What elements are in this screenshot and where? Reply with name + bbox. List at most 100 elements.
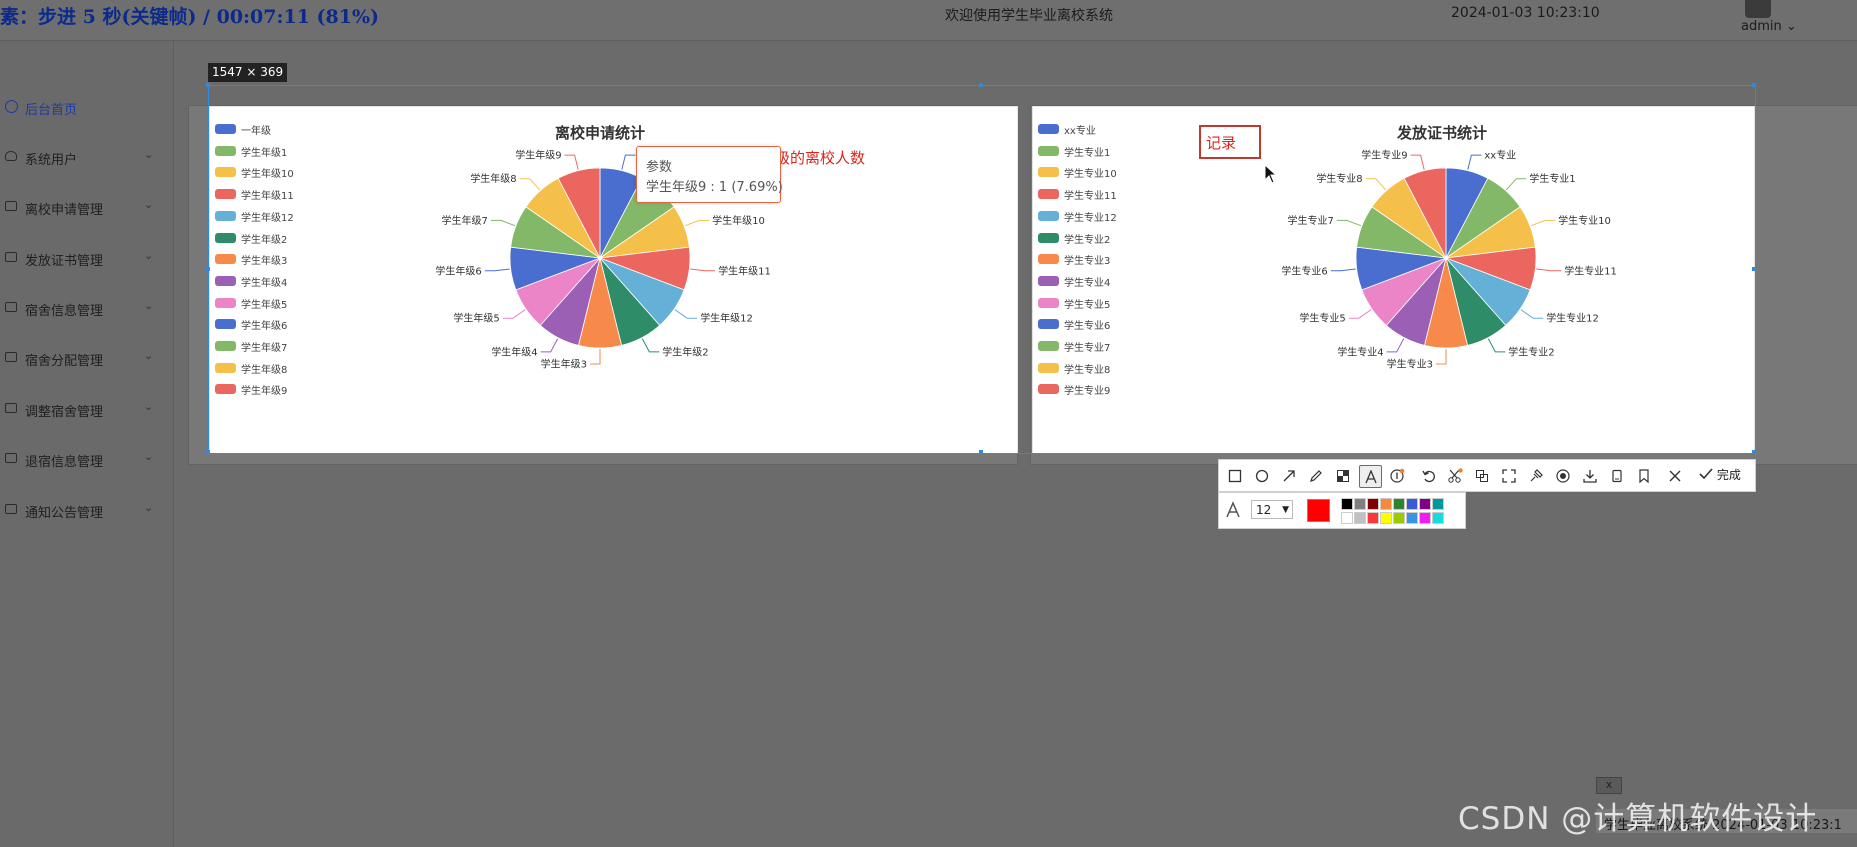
resize-handle[interactable] xyxy=(979,450,983,454)
palette-color-swatch[interactable] xyxy=(1341,498,1353,510)
resize-handle[interactable] xyxy=(1752,450,1756,454)
chevron-down-icon: ⌄ xyxy=(144,400,154,413)
sidebar-item-dashboard[interactable]: 后台首页 xyxy=(0,88,173,128)
resize-handle[interactable] xyxy=(979,83,983,87)
sidebar-item-label: 宿舍信息管理 xyxy=(25,304,104,319)
palette-color-swatch[interactable] xyxy=(1354,498,1366,510)
record-icon[interactable] xyxy=(1552,465,1573,486)
pen-icon[interactable] xyxy=(1305,465,1326,486)
folder-icon xyxy=(5,252,17,262)
palette-color-swatch[interactable] xyxy=(1341,512,1353,524)
bookmark-icon[interactable] xyxy=(1633,465,1654,486)
folder-icon xyxy=(5,201,17,211)
check-icon xyxy=(1699,468,1713,480)
palette-color-swatch[interactable] xyxy=(1419,512,1431,524)
dashboard-icon xyxy=(5,100,18,113)
sidebar-item-dorm-allocation[interactable]: 宿舍分配管理 ⌄ xyxy=(0,339,173,379)
palette-color-swatch[interactable] xyxy=(1380,498,1392,510)
current-color-swatch[interactable] xyxy=(1307,499,1330,522)
text-icon[interactable] xyxy=(1359,465,1382,488)
sidebar-item-system-users[interactable]: 系统用户 ⌄ xyxy=(0,138,173,178)
username: admin xyxy=(1741,19,1782,34)
number-icon[interactable] xyxy=(1386,465,1407,486)
sidebar-item-label: 发放证书管理 xyxy=(25,254,104,269)
sidebar-item-label: 后台首页 xyxy=(25,103,78,118)
sidebar: 后台首页 系统用户 ⌄ 离校申请管理 ⌄ 发放证书管理 ⌄ 宿舍信息管理 ⌄ 宿… xyxy=(0,41,174,847)
folder-icon xyxy=(5,504,17,514)
resize-handle[interactable] xyxy=(1752,267,1756,271)
sidebar-item-dorm-adjust[interactable]: 调整宿舍管理 ⌄ xyxy=(0,390,173,430)
chevron-down-icon: ⌄ xyxy=(144,450,154,463)
chevron-down-icon: ⌄ xyxy=(144,349,154,362)
capture-size-label: 1547 × 369 xyxy=(208,63,288,82)
mosaic-icon[interactable] xyxy=(1332,465,1353,486)
user-menu[interactable]: admin ⌄ xyxy=(1741,19,1797,34)
sidebar-item-label: 离校申请管理 xyxy=(25,203,104,218)
pin-icon[interactable] xyxy=(1525,465,1546,486)
recorder-overlay-text: 素：步进 5 秒(关键帧) / 00:07:11 (81%) xyxy=(0,6,380,28)
resize-handle[interactable] xyxy=(206,83,210,87)
chevron-down-icon: ⌄ xyxy=(144,249,154,262)
palette-color-swatch[interactable] xyxy=(1393,498,1405,510)
cut-icon[interactable] xyxy=(1444,465,1465,486)
chevron-down-icon: ⌄ xyxy=(144,148,154,161)
user-avatar[interactable] xyxy=(1745,0,1771,18)
palette-color-swatch[interactable] xyxy=(1419,498,1431,510)
palette-color-swatch[interactable] xyxy=(1432,498,1444,510)
caret-down-icon: ▼ xyxy=(1282,505,1289,515)
chevron-down-icon: ⌄ xyxy=(144,198,154,211)
font-icon xyxy=(1225,501,1241,522)
resize-handle[interactable] xyxy=(206,450,210,454)
font-size-select[interactable]: 12 ▼ xyxy=(1251,500,1293,519)
close-button[interactable]: x xyxy=(1596,777,1622,794)
sidebar-item-dorm-info[interactable]: 宿舍信息管理 ⌄ xyxy=(0,289,173,329)
sidebar-item-certificates[interactable]: 发放证书管理 ⌄ xyxy=(0,239,173,279)
resize-handle[interactable] xyxy=(1752,83,1756,87)
palette-color-swatch[interactable] xyxy=(1406,498,1418,510)
sidebar-item-label: 调整宿舍管理 xyxy=(25,405,104,420)
user-icon xyxy=(5,151,17,161)
palette-color-swatch[interactable] xyxy=(1393,512,1405,524)
fullscreen-icon[interactable] xyxy=(1498,465,1519,486)
rectangle-icon[interactable] xyxy=(1224,465,1245,486)
annotation-toolbar: 完成 xyxy=(1218,459,1756,492)
arrow-icon[interactable] xyxy=(1278,465,1299,486)
sidebar-item-checkout[interactable]: 退宿信息管理 ⌄ xyxy=(0,440,173,480)
palette-color-swatch[interactable] xyxy=(1380,512,1392,524)
mouse-cursor-icon xyxy=(1264,164,1278,184)
save-icon[interactable] xyxy=(1606,465,1627,486)
sidebar-item-label: 系统用户 xyxy=(25,153,78,168)
done-label: 完成 xyxy=(1716,468,1741,482)
font-size-value: 12 xyxy=(1256,503,1272,517)
palette-color-swatch[interactable] xyxy=(1367,498,1379,510)
sidebar-item-label: 退宿信息管理 xyxy=(25,455,104,470)
palette-color-swatch[interactable] xyxy=(1432,512,1444,524)
ellipse-icon[interactable] xyxy=(1251,465,1272,486)
resize-handle[interactable] xyxy=(206,267,210,271)
sidebar-item-leave-application[interactable]: 离校申请管理 ⌄ xyxy=(0,188,173,228)
watermark: CSDN @计算机软件设计 xyxy=(1458,801,1818,837)
sidebar-item-notices[interactable]: 通知公告管理 ⌄ xyxy=(0,491,173,531)
done-button[interactable]: 完成 xyxy=(1699,466,1741,483)
chevron-down-icon: ⌄ xyxy=(1785,19,1797,34)
text-style-toolbar: 12 ▼ xyxy=(1218,492,1466,529)
palette-color-swatch[interactable] xyxy=(1354,512,1366,524)
sidebar-item-label: 通知公告管理 xyxy=(25,506,104,521)
folder-icon xyxy=(5,403,17,413)
chevron-down-icon: ⌄ xyxy=(144,501,154,514)
folder-icon xyxy=(5,453,17,463)
ocr-icon[interactable] xyxy=(1471,465,1492,486)
top-bar: 素：步进 5 秒(关键帧) / 00:07:11 (81%) 欢迎使用学生毕业离… xyxy=(0,0,1857,41)
palette-color-swatch[interactable] xyxy=(1367,512,1379,524)
header-datetime: 2024-01-03 10:23:10 xyxy=(1451,5,1600,21)
sidebar-item-label: 宿舍分配管理 xyxy=(25,354,104,369)
download-icon[interactable] xyxy=(1579,465,1600,486)
capture-selection[interactable] xyxy=(208,85,1756,454)
close-icon[interactable] xyxy=(1664,465,1685,486)
welcome-text: 欢迎使用学生毕业离校系统 xyxy=(945,8,1113,24)
folder-icon xyxy=(5,352,17,362)
undo-icon[interactable] xyxy=(1418,465,1439,486)
palette-color-swatch[interactable] xyxy=(1406,512,1418,524)
chevron-down-icon: ⌄ xyxy=(144,299,154,312)
folder-icon xyxy=(5,302,17,312)
